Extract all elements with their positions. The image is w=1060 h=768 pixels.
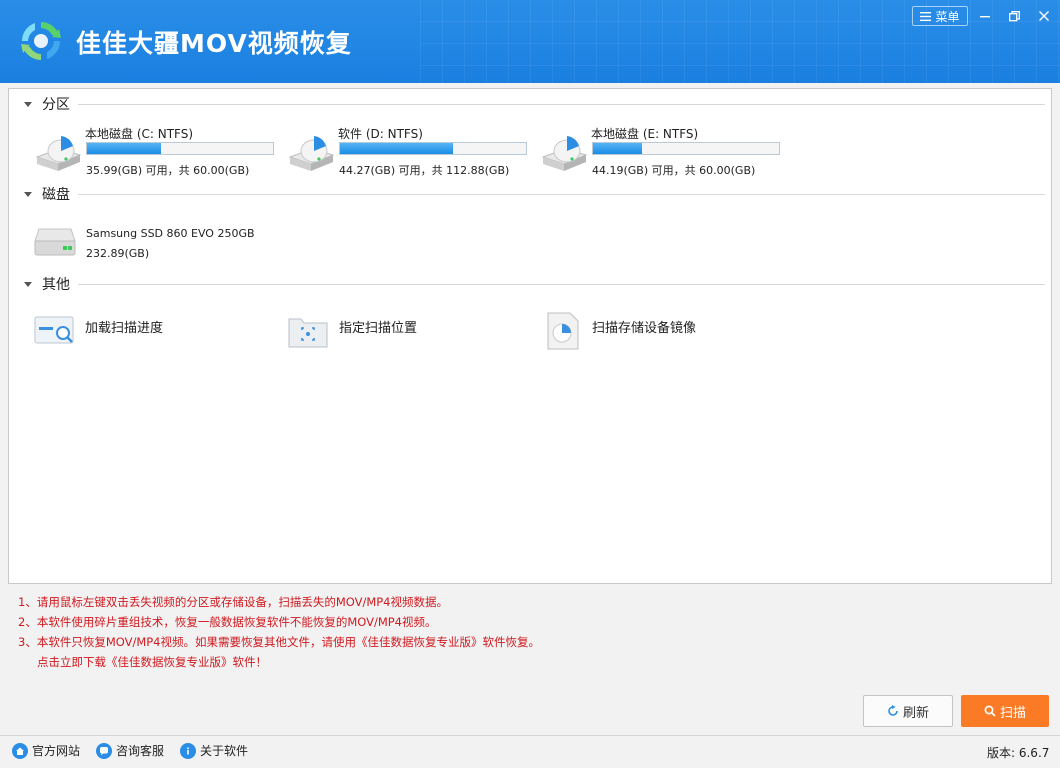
- official-website-label: 官方网站: [32, 742, 80, 759]
- scan-button[interactable]: 扫描: [961, 695, 1049, 727]
- download-link[interactable]: 点击立即下载《佳佳数据恢复专业版》软件！: [18, 652, 540, 672]
- section-disk[interactable]: 磁盘: [9, 184, 1045, 204]
- app-title: 佳佳大疆MOV视频恢复: [76, 24, 352, 60]
- partition-size: 35.99(GB) 可用，共 60.00(GB): [86, 162, 249, 178]
- ssd-drive-icon: [33, 225, 77, 259]
- partition-item-d[interactable]: 软件 (D: NTFS) 44.27(GB) 可用，共 112.88(GB): [286, 123, 536, 179]
- about-software-label: 关于软件: [200, 742, 248, 759]
- menu-lines-icon: [920, 12, 931, 21]
- scan-label: 扫描: [1000, 702, 1026, 721]
- official-website-link[interactable]: 官方网站: [12, 742, 80, 759]
- close-icon: [1039, 11, 1049, 21]
- section-partition[interactable]: 分区: [9, 94, 1045, 114]
- load-scan-progress-item[interactable]: 加载扫描进度: [33, 311, 273, 351]
- usage-bar-fill: [87, 143, 161, 154]
- instructions: 1、请用鼠标左键双击丢失视频的分区或存储设备，扫描丢失的MOV/MP4视频数据。…: [18, 592, 540, 672]
- section-other[interactable]: 其他: [9, 274, 1045, 294]
- usage-bar-fill: [593, 143, 642, 154]
- minimize-icon: [980, 11, 990, 21]
- restore-icon: [1009, 11, 1020, 22]
- customer-service-link[interactable]: 咨询客服: [96, 742, 164, 759]
- instruction-line: 1、请用鼠标左键双击丢失视频的分区或存储设备，扫描丢失的MOV/MP4视频数据。: [18, 592, 540, 612]
- collapse-triangle-icon[interactable]: [24, 282, 32, 287]
- chat-bubble-icon: [96, 743, 112, 759]
- scan-disk-image-label: 扫描存储设备镜像: [592, 317, 696, 336]
- search-icon: [984, 705, 996, 717]
- menu-button[interactable]: 菜单: [912, 6, 968, 26]
- specify-scan-location-item[interactable]: 指定扫描位置: [287, 311, 527, 351]
- refresh-icon: [887, 705, 899, 717]
- load-scan-progress-label: 加载扫描进度: [85, 317, 163, 336]
- hard-drive-icon: [33, 127, 83, 173]
- section-other-label: 其他: [42, 274, 70, 294]
- divider: [78, 104, 1045, 105]
- load-progress-icon: [33, 311, 77, 351]
- partition-item-c[interactable]: 本地磁盘 (C: NTFS) 35.99(GB) 可用，共 60.00(GB): [33, 123, 283, 179]
- refresh-button[interactable]: 刷新: [863, 695, 953, 727]
- version-label: 版本: 6.6.7: [987, 744, 1049, 761]
- disk-name: Samsung SSD 860 EVO 250GB: [86, 227, 255, 240]
- menu-label: 菜单: [935, 8, 959, 25]
- partition-item-e[interactable]: 本地磁盘 (E: NTFS) 44.19(GB) 可用，共 60.00(GB): [539, 123, 789, 179]
- instruction-line: 2、本软件使用碎片重组技术，恢复一般数据恢复软件不能恢复的MOV/MP4视频。: [18, 612, 540, 632]
- partition-name: 本地磁盘 (C: NTFS): [85, 125, 193, 142]
- about-software-link[interactable]: 关于软件: [180, 742, 248, 759]
- home-icon: [12, 743, 28, 759]
- refresh-label: 刷新: [903, 702, 929, 721]
- folder-target-icon: [287, 311, 331, 351]
- hard-drive-icon: [286, 127, 336, 173]
- collapse-triangle-icon[interactable]: [24, 102, 32, 107]
- usage-bar-fill: [340, 143, 453, 154]
- partition-size: 44.27(GB) 可用，共 112.88(GB): [339, 162, 509, 178]
- customer-service-label: 咨询客服: [116, 742, 164, 759]
- disk-item-samsung-ssd[interactable]: Samsung SSD 860 EVO 250GB 232.89(GB): [33, 219, 293, 263]
- footer-links: 官方网站 咨询客服 关于软件: [12, 742, 248, 759]
- footer-divider: [0, 735, 1060, 736]
- partition-name: 本地磁盘 (E: NTFS): [591, 125, 698, 142]
- section-partition-label: 分区: [42, 94, 70, 114]
- minimize-button[interactable]: [974, 6, 996, 26]
- divider: [78, 284, 1045, 285]
- app-logo-icon: [18, 18, 64, 64]
- partition-name: 软件 (D: NTFS): [338, 125, 423, 142]
- scan-disk-image-item[interactable]: 扫描存储设备镜像: [540, 311, 780, 351]
- collapse-triangle-icon[interactable]: [24, 192, 32, 197]
- partition-size: 44.19(GB) 可用，共 60.00(GB): [592, 162, 755, 178]
- usage-bar: [86, 142, 274, 155]
- specify-scan-location-label: 指定扫描位置: [339, 317, 417, 336]
- close-button[interactable]: [1033, 6, 1055, 26]
- title-bar: 佳佳大疆MOV视频恢复 菜单: [0, 0, 1060, 83]
- hard-drive-icon: [539, 127, 589, 173]
- divider: [78, 194, 1045, 195]
- section-disk-label: 磁盘: [42, 184, 70, 204]
- device-panel: 分区 本地磁盘 (C: NTFS) 35.99(GB) 可用，共 60.00(G…: [8, 88, 1052, 584]
- usage-bar: [592, 142, 780, 155]
- disk-size: 232.89(GB): [86, 247, 149, 260]
- instruction-line: 3、本软件只恢复MOV/MP4视频。如果需要恢复其他文件，请使用《佳佳数据恢复专…: [18, 632, 540, 652]
- disk-image-icon: [540, 311, 584, 351]
- info-icon: [180, 743, 196, 759]
- restore-button[interactable]: [1003, 6, 1025, 26]
- usage-bar: [339, 142, 527, 155]
